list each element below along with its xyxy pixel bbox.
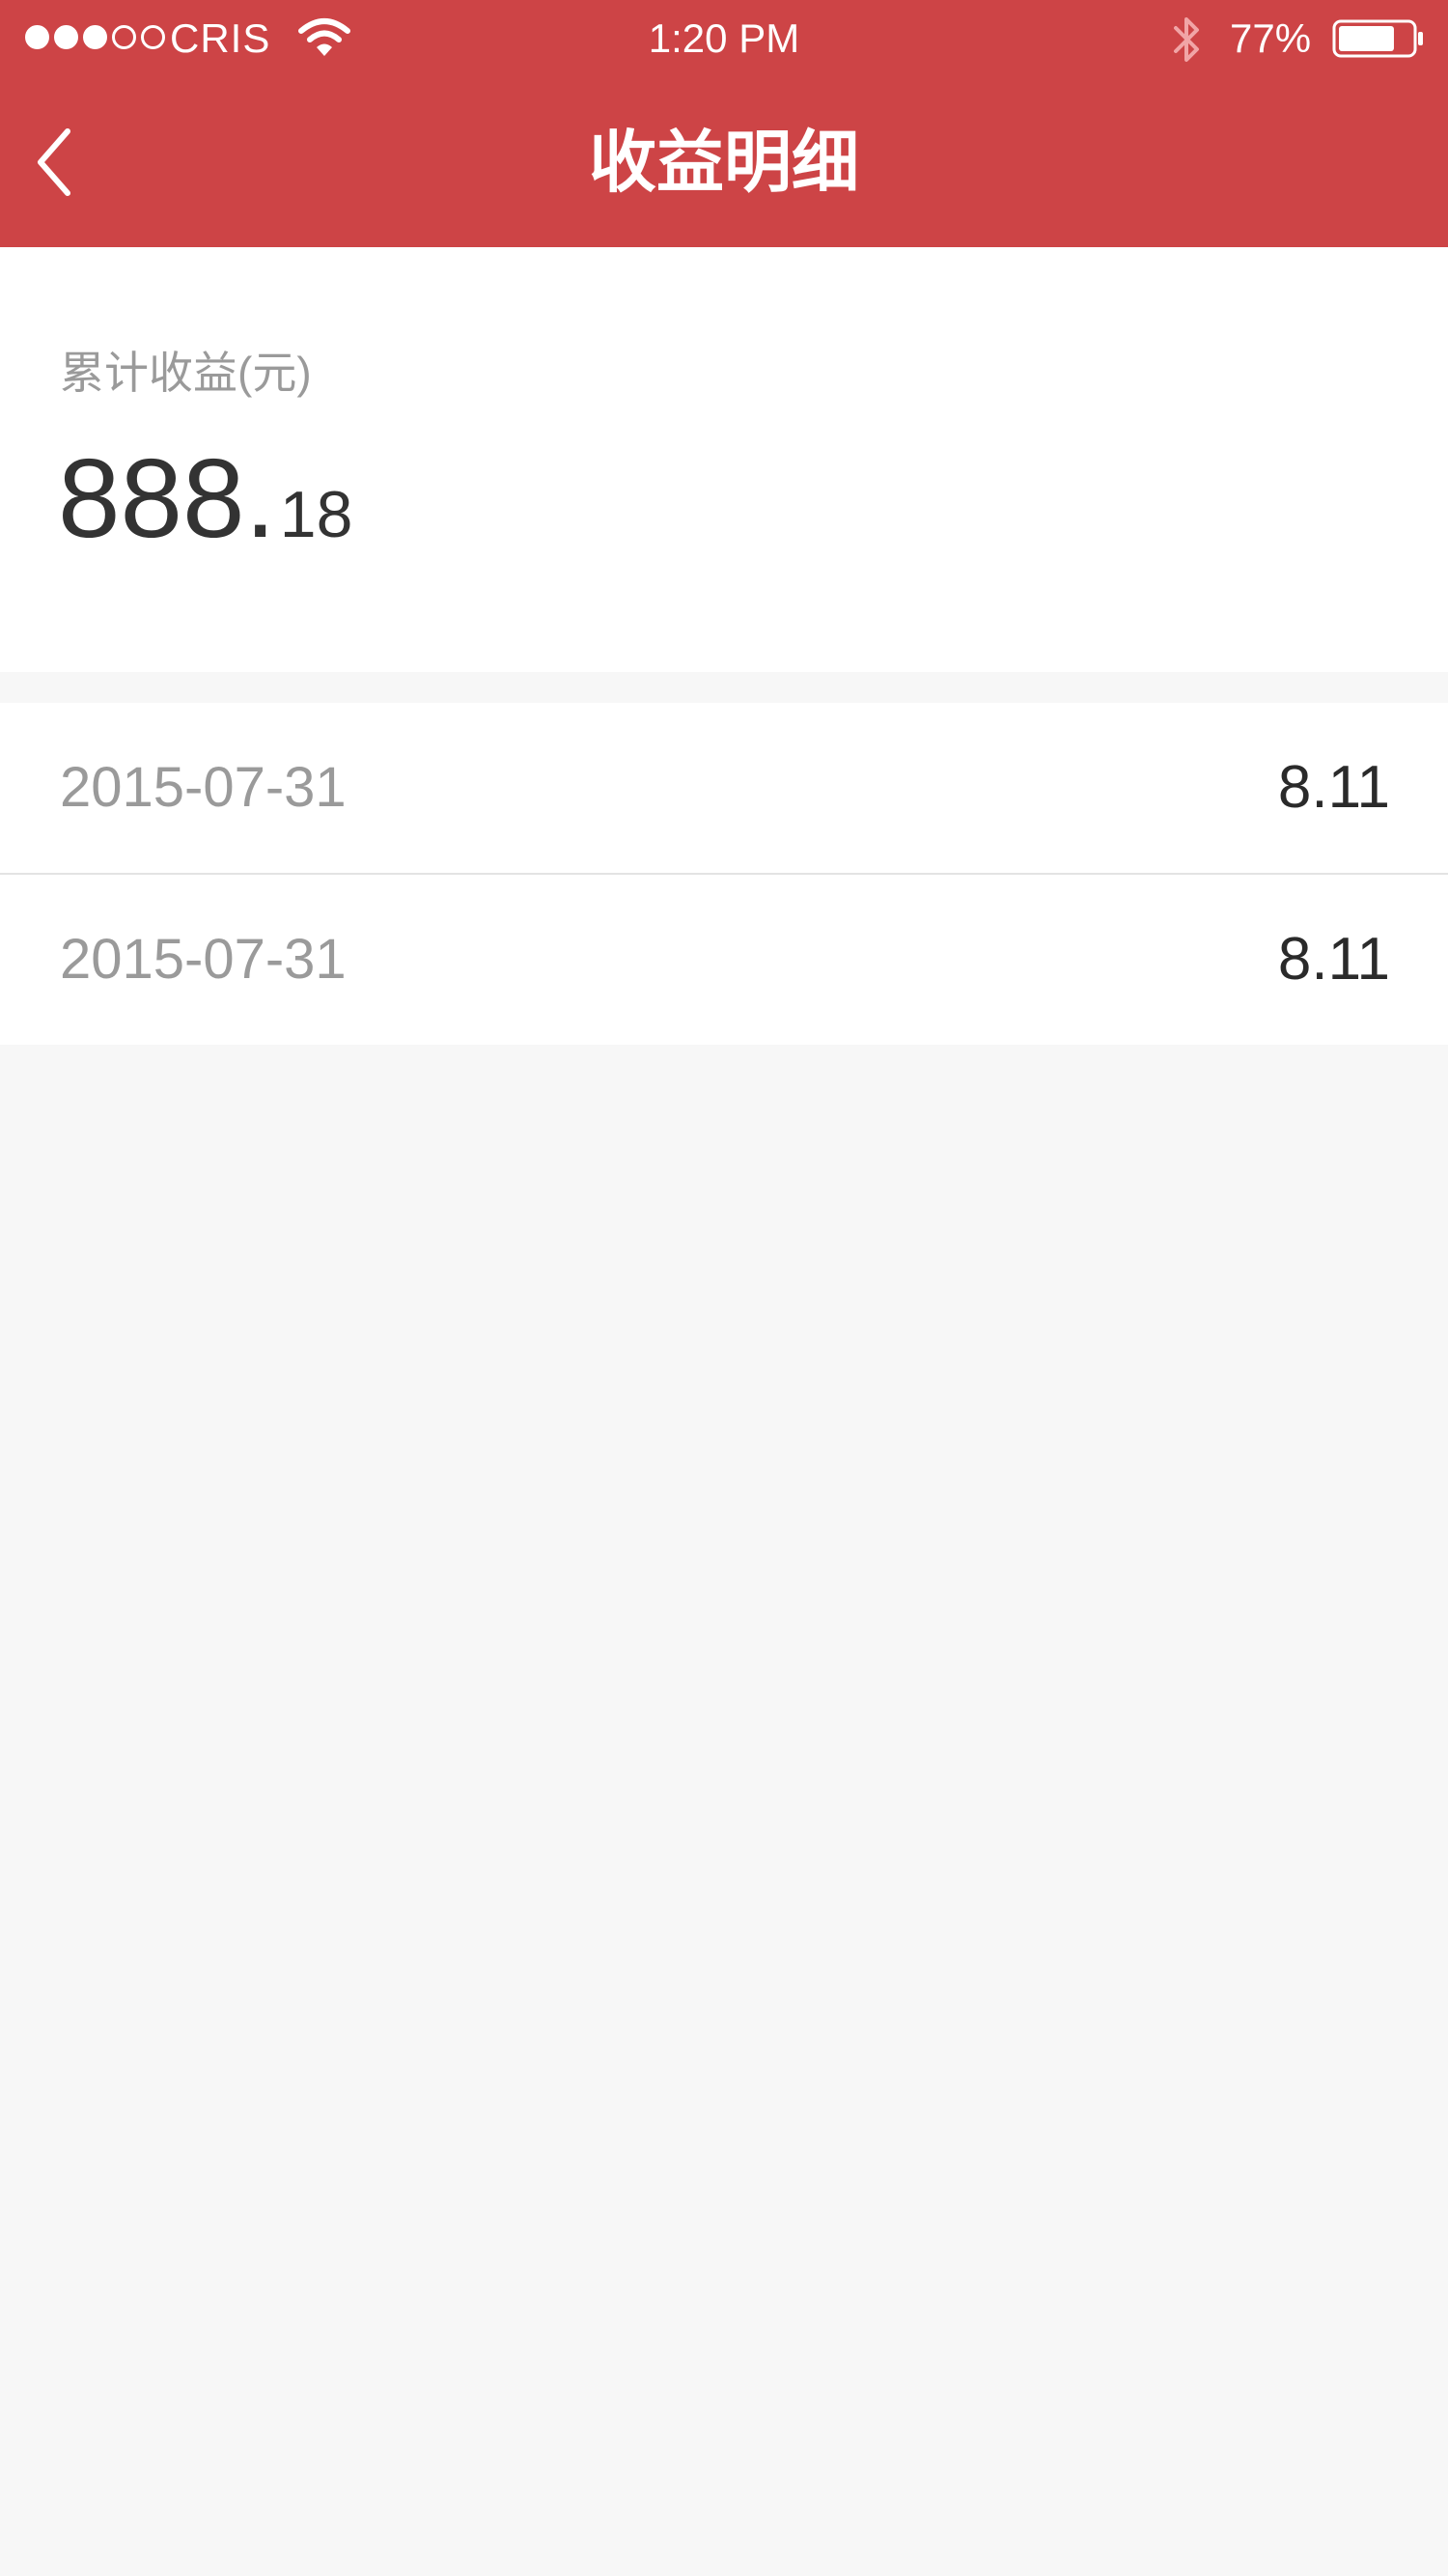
record-amount: 8.11: [1277, 926, 1390, 993]
record-date: 2015-07-31: [60, 928, 347, 991]
battery-icon: [1332, 19, 1423, 58]
record-date: 2015-07-31: [60, 756, 347, 819]
total-earnings-amount: 888.18: [58, 431, 352, 582]
total-earnings-decimal: 18: [279, 478, 353, 551]
list-item[interactable]: 2015-07-31 8.11: [0, 703, 1448, 873]
record-amount: 8.11: [1277, 754, 1390, 821]
list-item[interactable]: 2015-07-31 8.11: [0, 873, 1448, 1045]
bluetooth-icon: [1174, 17, 1199, 62]
page-title: 收益明细: [589, 125, 859, 200]
total-earnings-card: 累计收益(元) 888.18: [0, 247, 1448, 672]
battery-percentage: 77%: [1230, 15, 1312, 61]
total-earnings-label: 累计收益(元): [60, 348, 312, 398]
navigation-bar: 收益明细: [0, 77, 1448, 247]
screen: CRIS 1:20 PM 77% 收益明细 累计收益(元) 888.18 201…: [0, 0, 1448, 2576]
total-earnings-integer: 888.: [58, 435, 276, 561]
status-bar: CRIS 1:20 PM 77%: [0, 0, 1448, 77]
earnings-record-list: 2015-07-31 8.11 2015-07-31 8.11: [0, 703, 1448, 1045]
header: CRIS 1:20 PM 77% 收益明细: [0, 0, 1448, 247]
